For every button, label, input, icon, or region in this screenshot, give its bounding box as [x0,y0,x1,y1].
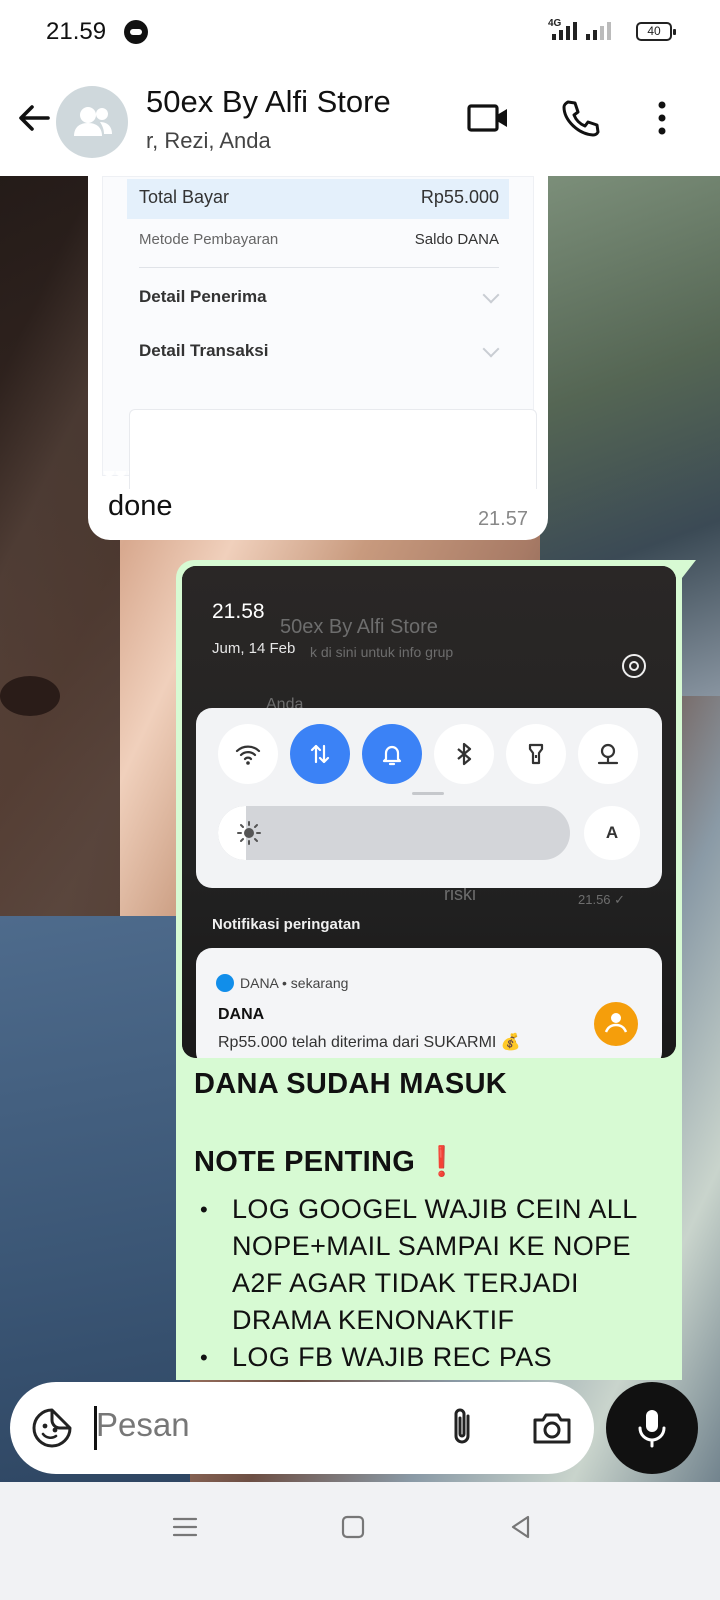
receipt-card-bottom [129,409,537,489]
flashlight-tile [506,724,566,784]
group-avatar[interactable] [56,86,128,158]
message-bubble-incoming[interactable]: Total Bayar Rp55.000 Metode Pembayaran S… [88,176,548,540]
screenshot-ghost-sub: k di sini untuk info grup [310,644,454,660]
bluetooth-icon [457,742,472,766]
back-icon[interactable] [14,98,54,138]
screenshot-ghost-time: 21.56 ✓ [578,892,626,907]
message-text-block: DANA SUDAH MASUK NOTE PENTING ❗ LOG GOOG… [194,1068,674,1376]
phone-icon[interactable] [558,96,602,140]
message-note: NOTE PENTING ❗ [194,1146,460,1178]
location-icon [597,743,619,765]
note-list: LOG GOOGEL WAJIB CEIN ALL NOPE+MAIL SAMP… [194,1191,674,1376]
notification-section-label: Notifikasi peringatan [212,916,361,933]
sticker-icon[interactable] [30,1406,74,1450]
method-label: Metode Pembayaran [139,231,279,248]
message-text: done [108,490,173,522]
bluetooth-tile [434,724,494,784]
attach-icon[interactable] [442,1406,482,1450]
screen: 21.59 4G 40 50ex By Alfi Store r, Rezi, … [0,0,720,1600]
message-bubble-outgoing[interactable]: 50ex By Alfi Store k di sini untuk info … [176,560,696,1380]
video-call-icon[interactable] [466,96,510,140]
data-icon [310,744,330,764]
detail-transaction-label: Detail Transaksi [139,341,269,360]
quick-settings-panel: A [196,708,662,888]
location-tile [578,724,638,784]
message-headline: DANA SUDAH MASUK [194,1068,508,1100]
sound-tile [362,724,422,784]
notification-source: DANA • sekarang [216,974,348,992]
status-time: 21.59 [46,18,107,45]
list-item: LOG GOOGEL WAJIB CEIN ALL NOPE+MAIL SAMP… [194,1191,674,1339]
sun-icon [237,821,261,845]
auto-brightness-button: A [584,806,640,860]
method-value: Saldo DANA [414,231,499,248]
list-item: LOG FB WAJIB REC PAS [194,1339,674,1376]
mic-icon [638,1410,666,1448]
mobile-data-tile [290,724,350,784]
dana-notification-card: DANA • sekarang DANA Rp55.000 telah dite… [196,948,662,1058]
system-nav-bar [0,1482,720,1600]
total-row: Total Bayar Rp55.000 [139,187,499,208]
wifi-tile [218,724,278,784]
wifi-icon [235,745,261,765]
chat-title[interactable]: 50ex By Alfi Store [146,84,391,120]
home-icon[interactable] [338,1512,368,1542]
group-avatar-icon [74,107,112,136]
flashlight-icon [528,743,544,765]
bell-icon [382,745,402,766]
app-notification-icon [124,20,148,44]
dana-transfer-icon [594,1002,638,1046]
dana-logo-icon [216,974,234,992]
screenshot-date: Jum, 14 Feb [212,640,296,657]
notification-body: Rp55.000 telah diterima dari SUKARMI 💰 [218,1034,521,1051]
total-value: Rp55.000 [420,187,499,207]
method-row: Metode Pembayaran Saldo DANA [139,231,499,248]
back-nav-icon[interactable] [506,1512,536,1542]
message-input[interactable]: Pesan [96,1406,190,1444]
notification-title: DANA [218,1006,265,1023]
voice-record-button[interactable] [606,1382,698,1474]
notification-source-text: DANA • sekarang [240,975,349,991]
payment-receipt-image[interactable]: Total Bayar Rp55.000 Metode Pembayaran S… [102,176,537,489]
detail-recipient-row: Detail Penerima [139,287,499,307]
bubble-tail [682,560,696,578]
screenshot-time: 21.58 [212,600,265,623]
notification-screenshot[interactable]: 50ex By Alfi Store k di sini untuk info … [182,566,676,1058]
battery-icon: 40 [636,22,676,41]
more-icon[interactable] [640,96,684,140]
status-bar: 21.59 4G 40 [0,0,720,64]
chat-header: 50ex By Alfi Store r, Rezi, Anda [0,64,720,176]
total-label: Total Bayar [139,187,230,207]
message-composer[interactable]: Pesan [10,1382,594,1474]
settings-gear-icon [622,654,646,678]
camera-icon[interactable] [530,1406,574,1450]
chat-members[interactable]: r, Rezi, Anda [146,128,271,154]
signal-icon-2 [586,22,611,40]
message-time: 21.57 [477,508,528,530]
divider [139,267,499,268]
menu-icon[interactable] [170,1512,200,1542]
wallpaper-eye [0,676,60,716]
detail-recipient-label: Detail Penerima [139,287,267,306]
signal-icon [552,22,577,40]
detail-transaction-row: Detail Transaksi [139,341,499,361]
screenshot-ghost-title: 50ex By Alfi Store [280,616,438,638]
panel-handle [412,792,444,795]
brightness-slider [218,806,570,860]
